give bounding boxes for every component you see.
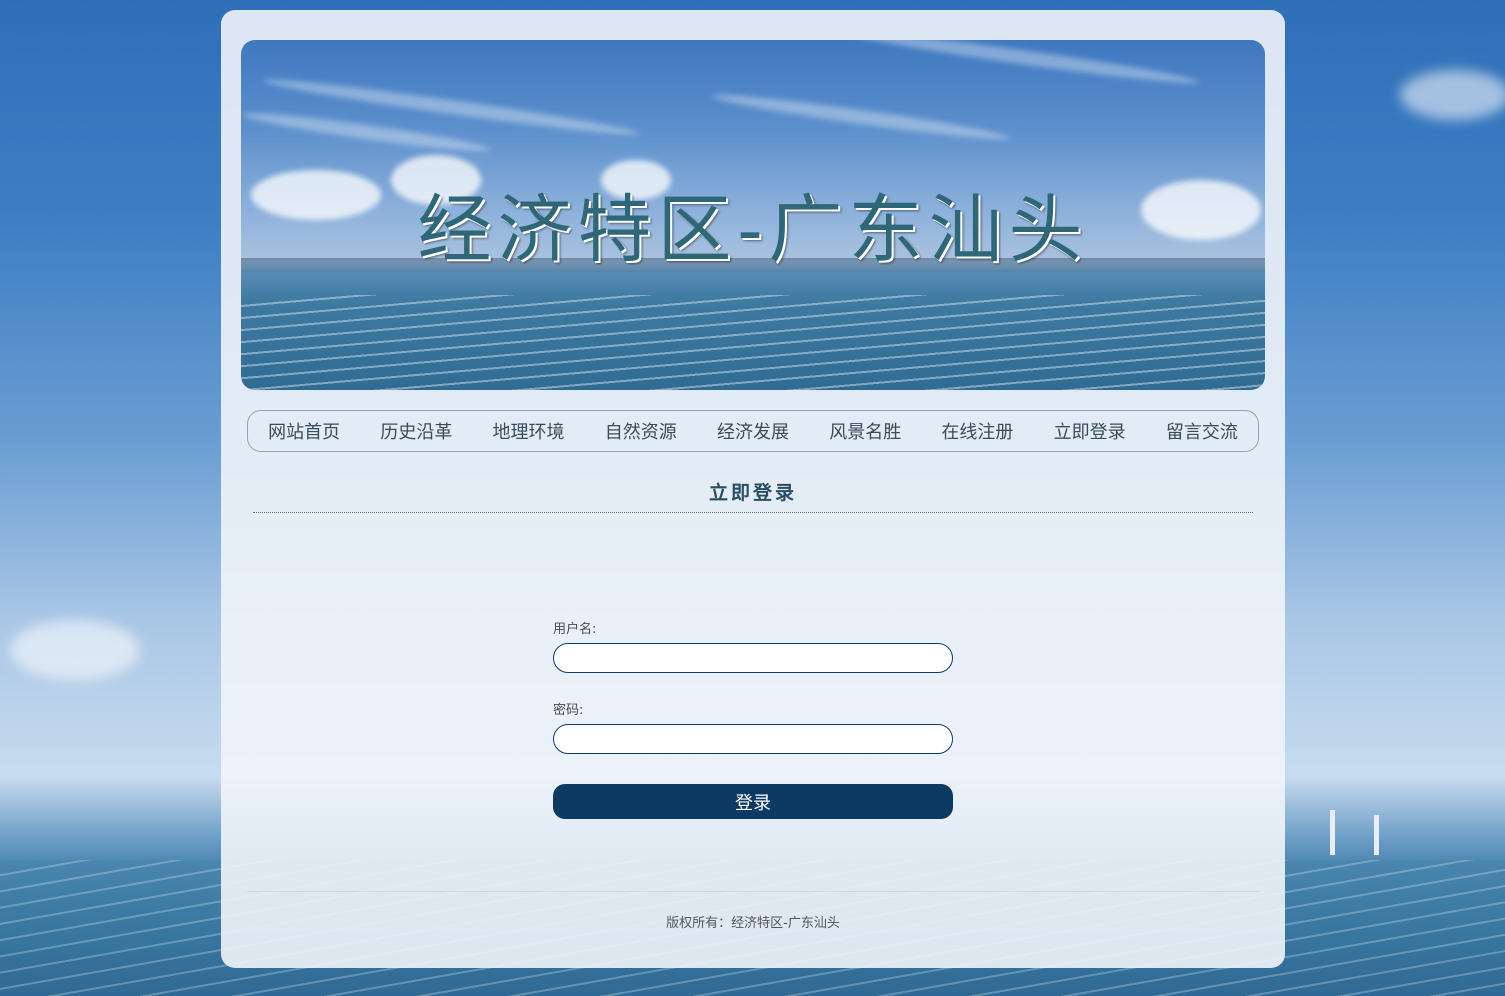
nav-item-economy[interactable]: 经济发展 (717, 418, 789, 444)
login-form: 用户名: 密码: 登录 (553, 618, 953, 819)
section-divider (253, 512, 1253, 513)
nav-item-resources[interactable]: 自然资源 (605, 418, 677, 444)
nav-item-geography[interactable]: 地理环境 (493, 418, 565, 444)
footer-divider (247, 891, 1259, 892)
background-chimney (1330, 810, 1335, 855)
header-banner: 经济特区-广东汕头 (241, 40, 1265, 390)
nav-item-scenery[interactable]: 风景名胜 (829, 418, 901, 444)
password-label: 密码: (553, 703, 584, 718)
background-chimney (1374, 815, 1379, 855)
nav-item-login[interactable]: 立即登录 (1054, 418, 1126, 444)
footer-copyright: 版权所有：经济特区-广东汕头 (666, 916, 840, 931)
background-cloud (1400, 70, 1505, 120)
section-title: 立即登录 (708, 482, 797, 504)
nav-item-home[interactable]: 网站首页 (268, 418, 340, 444)
page-container: 经济特区-广东汕头 网站首页 历史沿革 地理环境 自然资源 经济发展 风景名胜 … (221, 10, 1285, 968)
username-input[interactable] (553, 643, 953, 673)
background-cloud (10, 620, 140, 680)
nav-item-history[interactable]: 历史沿革 (380, 418, 452, 444)
nav-item-register[interactable]: 在线注册 (941, 418, 1013, 444)
username-label: 用户名: (553, 622, 597, 637)
nav-item-messages[interactable]: 留言交流 (1166, 418, 1238, 444)
banner-title: 经济特区-广东汕头 (417, 187, 1089, 273)
password-input[interactable] (553, 724, 953, 754)
main-nav: 网站首页 历史沿革 地理环境 自然资源 经济发展 风景名胜 在线注册 立即登录 … (247, 410, 1259, 452)
login-button[interactable]: 登录 (553, 784, 953, 819)
